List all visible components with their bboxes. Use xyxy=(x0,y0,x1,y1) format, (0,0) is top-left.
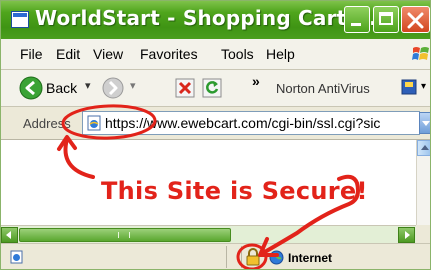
address-url[interactable]: https://www.ewebcart.com/cgi-bin/ssl.cgi… xyxy=(105,115,380,131)
menu-file[interactable]: File xyxy=(20,46,43,62)
windows-logo-icon xyxy=(412,47,429,60)
menu-view[interactable]: View xyxy=(93,46,123,62)
norton-icon[interactable] xyxy=(401,79,417,95)
close-icon xyxy=(407,12,424,29)
security-zone-label: Internet xyxy=(288,251,333,265)
maximize-button[interactable] xyxy=(373,6,399,33)
padlock-icon[interactable] xyxy=(245,248,261,266)
close-button[interactable] xyxy=(401,6,430,33)
menu-favorites[interactable]: Favorites xyxy=(140,46,198,62)
scroll-left-button[interactable] xyxy=(1,227,18,243)
window-title: WorldStart - Shopping Cart ... xyxy=(35,6,377,30)
menu-help[interactable]: Help xyxy=(266,46,295,62)
address-dropdown-button[interactable] xyxy=(419,112,430,134)
minimize-button[interactable] xyxy=(344,6,370,33)
horizontal-scrollbar[interactable] xyxy=(1,225,430,243)
refresh-icon[interactable] xyxy=(202,78,222,98)
scroll-thumb[interactable] xyxy=(19,228,231,242)
stop-icon[interactable] xyxy=(175,78,195,98)
norton-dropdown-icon[interactable]: ▾ xyxy=(421,81,426,92)
back-arrow-icon[interactable] xyxy=(19,76,43,100)
scroll-corner xyxy=(416,225,430,243)
vertical-scrollbar[interactable] xyxy=(416,140,430,225)
ie-page-icon xyxy=(11,11,29,28)
ie-page-icon xyxy=(87,115,101,131)
menu-bar: File Edit View Favorites Tools Help xyxy=(1,39,430,70)
status-separator xyxy=(226,246,227,268)
internet-globe-icon xyxy=(269,250,284,265)
annotation-text: This Site is Secure! xyxy=(101,177,368,205)
toolbar-overflow-chevron[interactable]: » xyxy=(252,73,260,89)
page-content: This Site is Secure! xyxy=(1,140,416,225)
scroll-right-button[interactable] xyxy=(398,227,415,243)
status-bar: Internet xyxy=(1,243,430,269)
ie-page-icon xyxy=(10,250,23,264)
address-input[interactable]: https://www.ewebcart.com/cgi-bin/ssl.cgi… xyxy=(82,111,420,135)
scroll-up-button[interactable] xyxy=(417,140,430,156)
standard-toolbar: Back ▾ ▾ » Norton AntiVirus ▾ xyxy=(1,70,430,107)
back-button-label[interactable]: Back xyxy=(46,80,77,96)
back-dropdown-icon[interactable]: ▾ xyxy=(85,79,91,92)
browser-window: WorldStart - Shopping Cart ... File Edit… xyxy=(0,0,431,270)
menu-edit[interactable]: Edit xyxy=(56,46,80,62)
status-separator xyxy=(241,246,242,268)
norton-antivirus-label[interactable]: Norton AntiVirus xyxy=(276,81,370,96)
forward-arrow-icon[interactable] xyxy=(102,77,124,99)
address-label: Address xyxy=(23,116,71,131)
forward-dropdown-icon[interactable]: ▾ xyxy=(130,79,136,92)
address-bar: Address https://www.ewebcart.com/cgi-bin… xyxy=(1,107,430,140)
menu-tools[interactable]: Tools xyxy=(221,46,254,62)
title-bar[interactable]: WorldStart - Shopping Cart ... xyxy=(1,1,430,40)
